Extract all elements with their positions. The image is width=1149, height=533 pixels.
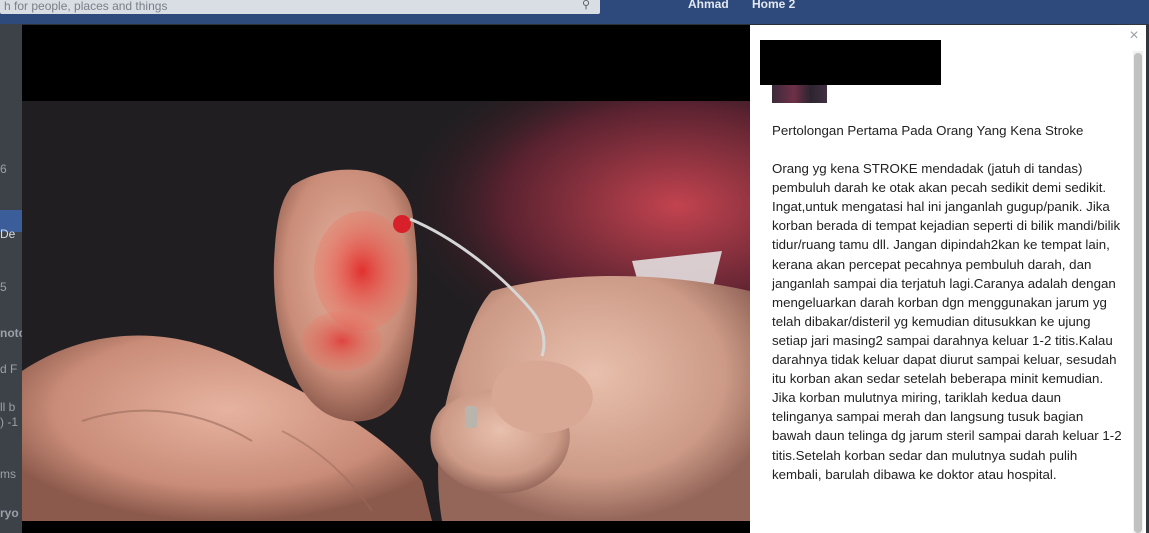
post-text: Orang yg kena STROKE mendadak (jatuh di … [772,161,1122,482]
background-home-link[interactable]: Home 2 [752,0,795,10]
finger-prick-image [22,101,750,521]
background-fragment: De [0,227,16,241]
post-title: Pertolongan Pertama Pada Orang Yang Kena… [772,123,1084,138]
background-left-column: 6 De 5 noto d F ll b ) -1 ms ryo [0,24,22,533]
post-photo[interactable] [22,101,750,521]
post-side-panel: × Pertolongan Pertama Pada Orang Yang Ke… [750,25,1146,533]
post-content: Pertolongan Pertama Pada Orang Yang Kena… [772,121,1122,484]
background-fragment: 5 [0,280,7,294]
background-fragment: 6 [0,162,7,176]
author-name-redacted [760,40,941,85]
background-fragment: noto [0,326,22,340]
scrollbar-thumb[interactable] [1134,53,1142,533]
search-icon[interactable]: ⚲ [582,0,596,12]
background-fragment: ll b [0,400,16,414]
background-user-name[interactable]: Ahmad [688,0,729,10]
background-fragment: ) -1 [0,415,18,429]
background-fragment: ryo [0,506,19,520]
photo-viewer[interactable] [22,25,750,533]
background-search-input[interactable]: h for people, places and things [0,0,600,14]
panel-scrollbar[interactable] [1133,51,1143,533]
background-fragment: d F [0,362,18,376]
avatar[interactable] [772,85,827,103]
background-fragment: ms [0,467,16,481]
close-icon[interactable]: × [1127,27,1141,45]
